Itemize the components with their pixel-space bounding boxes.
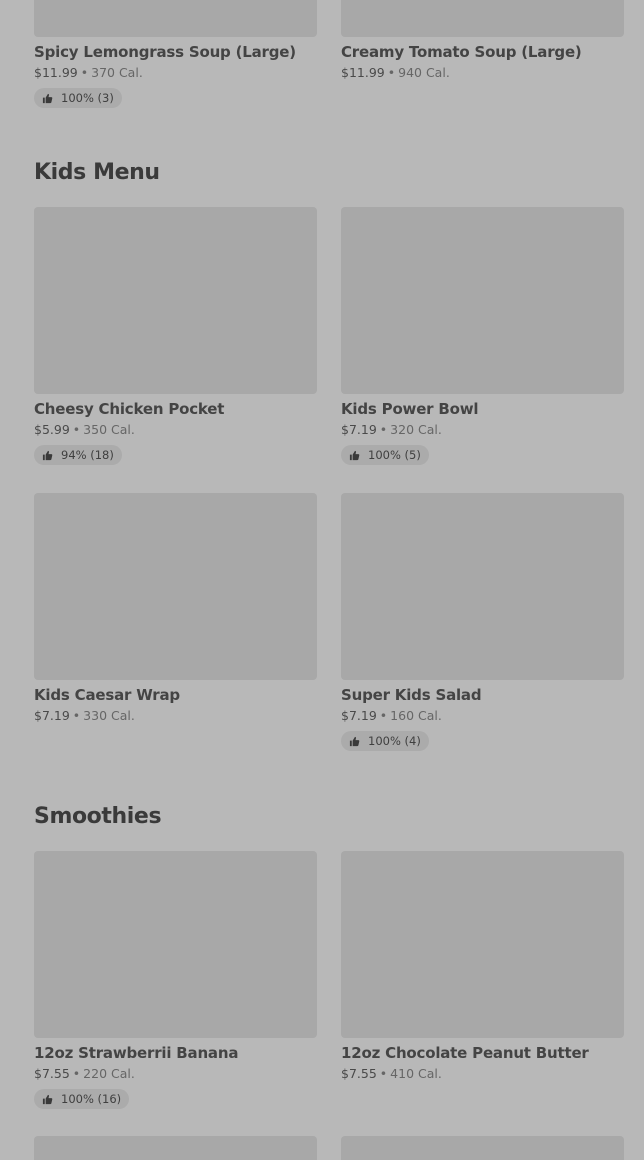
rating-badge: 94% (18) bbox=[34, 445, 122, 465]
item-name: Spicy Lemongrass Soup (Large) bbox=[34, 43, 296, 61]
item-meta: $7.19 • 320 Cal. bbox=[341, 423, 624, 437]
item-name: Kids Caesar Wrap bbox=[34, 686, 180, 704]
item-name: Creamy Tomato Soup (Large) bbox=[341, 43, 582, 61]
rating-text: 100% (3) bbox=[61, 91, 114, 105]
rating-text: 100% (4) bbox=[368, 734, 421, 748]
section-title-smoothies: Smoothies bbox=[34, 804, 162, 829]
item-price: $7.55 bbox=[34, 1066, 70, 1081]
menu-item-card[interactable]: Spicy Lemongrass Soup (Large) $11.99 • 370… bbox=[34, 0, 317, 108]
item-calories: 160 Cal. bbox=[390, 708, 442, 723]
menu-item-card[interactable] bbox=[341, 1136, 624, 1160]
separator-dot: • bbox=[72, 422, 81, 437]
rating-badge: 100% (16) bbox=[34, 1089, 130, 1109]
item-price: $5.99 bbox=[34, 422, 70, 437]
item-calories: 220 Cal. bbox=[83, 1066, 135, 1081]
menu-item-card[interactable]: Creamy Tomato Soup (Large) $11.99 • 940 Ca… bbox=[341, 0, 624, 80]
thumbs-up-icon bbox=[42, 93, 53, 104]
thumbs-up-icon bbox=[42, 1094, 53, 1105]
menu-item-card[interactable]: Kids Power Bowl $7.19 • 320 Cal. 100% (5) bbox=[341, 207, 624, 465]
separator-dot: • bbox=[387, 65, 396, 80]
thumbs-up-icon bbox=[42, 450, 53, 461]
item-image bbox=[34, 493, 317, 680]
item-name: Kids Power Bowl bbox=[341, 400, 479, 418]
item-meta: $7.19 • 330 Cal. bbox=[34, 709, 317, 723]
item-image bbox=[341, 0, 624, 37]
separator-dot: • bbox=[72, 708, 81, 723]
section-title-kids-menu: Kids Menu bbox=[34, 160, 160, 185]
item-calories: 350 Cal. bbox=[83, 422, 135, 437]
item-image bbox=[341, 851, 624, 1038]
thumbs-up-icon bbox=[349, 450, 360, 461]
thumbs-up-icon bbox=[349, 736, 360, 747]
item-meta: $11.99 • 940 Cal. bbox=[341, 66, 624, 80]
item-image bbox=[34, 0, 317, 37]
rating-badge: 100% (3) bbox=[34, 88, 122, 108]
item-image bbox=[34, 851, 317, 1038]
separator-dot: • bbox=[80, 65, 89, 80]
item-calories: 410 Cal. bbox=[390, 1066, 442, 1081]
menu-item-card[interactable]: 12oz Chocolate Peanut Butter $7.55 • 410 C… bbox=[341, 851, 624, 1081]
item-name: Cheesy Chicken Pocket bbox=[34, 400, 225, 418]
item-calories: 330 Cal. bbox=[83, 708, 135, 723]
item-meta: $7.55 • 220 Cal. bbox=[34, 1067, 317, 1081]
item-price: $7.19 bbox=[34, 708, 70, 723]
separator-dot: • bbox=[379, 708, 388, 723]
menu-item-card[interactable]: 12oz Strawberrii Banana $7.55 • 220 Cal. 1… bbox=[34, 851, 317, 1109]
item-image bbox=[341, 207, 624, 394]
item-price: $11.99 bbox=[341, 65, 385, 80]
separator-dot: • bbox=[379, 422, 388, 437]
item-meta: $7.19 • 160 Cal. bbox=[341, 709, 624, 723]
menu-item-card[interactable]: Cheesy Chicken Pocket $5.99 • 350 Cal. 94%… bbox=[34, 207, 317, 465]
item-price: $11.99 bbox=[34, 65, 78, 80]
item-calories: 320 Cal. bbox=[390, 422, 442, 437]
item-meta: $11.99 • 370 Cal. bbox=[34, 66, 317, 80]
item-calories: 940 Cal. bbox=[398, 65, 450, 80]
separator-dot: • bbox=[72, 1066, 81, 1081]
rating-text: 94% (18) bbox=[61, 448, 114, 462]
item-image bbox=[34, 207, 317, 394]
item-meta: $5.99 • 350 Cal. bbox=[34, 423, 317, 437]
rating-text: 100% (5) bbox=[368, 448, 421, 462]
menu-item-card[interactable] bbox=[34, 1136, 317, 1160]
item-price: $7.55 bbox=[341, 1066, 377, 1081]
item-name: Super Kids Salad bbox=[341, 686, 482, 704]
rating-badge: 100% (5) bbox=[341, 445, 429, 465]
menu-item-card[interactable]: Kids Caesar Wrap $7.19 • 330 Cal. bbox=[34, 493, 317, 723]
item-image bbox=[341, 1136, 624, 1160]
item-name: 12oz Strawberrii Banana bbox=[34, 1044, 239, 1062]
separator-dot: • bbox=[379, 1066, 388, 1081]
item-price: $7.19 bbox=[341, 708, 377, 723]
item-calories: 370 Cal. bbox=[91, 65, 143, 80]
item-name: 12oz Chocolate Peanut Butter bbox=[341, 1044, 589, 1062]
item-meta: $7.55 • 410 Cal. bbox=[341, 1067, 624, 1081]
rating-text: 100% (16) bbox=[61, 1092, 122, 1106]
rating-badge: 100% (4) bbox=[341, 731, 429, 751]
menu-item-card[interactable]: Super Kids Salad $7.19 • 160 Cal. 100% (4) bbox=[341, 493, 624, 751]
item-image bbox=[341, 493, 624, 680]
item-image bbox=[34, 1136, 317, 1160]
item-price: $7.19 bbox=[341, 422, 377, 437]
